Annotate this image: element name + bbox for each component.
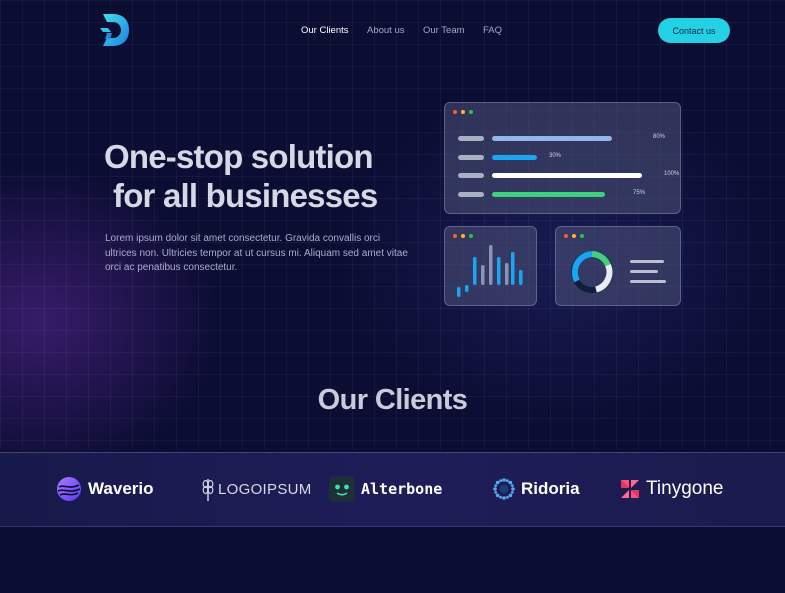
alterbone-face-icon — [329, 476, 355, 502]
client-name: Waverio — [88, 479, 154, 498]
progress-percent: 100% — [664, 171, 680, 177]
progress-row: 100% — [458, 171, 679, 179]
green-dot-icon — [469, 110, 473, 114]
client-name: Tinygone — [646, 478, 724, 499]
logoipsum-wheat-icon — [202, 479, 214, 501]
progress-row: 80% — [458, 134, 673, 142]
progress-track — [492, 136, 642, 141]
red-dot-icon — [453, 110, 457, 114]
clients-section-title: Our Clients — [317, 384, 468, 416]
bar-chart-card — [444, 226, 537, 306]
ridoria-burst-icon — [493, 478, 515, 500]
progress-track — [492, 173, 642, 178]
mini-bar-chart-icon — [457, 245, 523, 297]
nav-link-our-team[interactable]: Our Team — [423, 25, 465, 36]
client-name: LOGOIPSUM — [218, 480, 312, 498]
client-logo-ridoria[interactable]: Ridoria — [493, 476, 580, 502]
hero-description: Lorem ipsum dolor sit amet consectetur. … — [105, 233, 408, 273]
progress-fill — [492, 136, 612, 141]
contact-us-button[interactable]: Contact us — [658, 18, 730, 43]
progress-percent: 30% — [549, 153, 562, 159]
progress-fill — [492, 155, 537, 160]
client-name: Ridoria — [521, 479, 580, 498]
nav-link-faq[interactable]: FAQ — [483, 25, 502, 36]
client-logo-logoipsum[interactable]: LOGOIPSUM — [202, 476, 312, 502]
hero-title-line-2: for all businesses — [113, 177, 378, 214]
grid-pattern — [0, 0, 785, 450]
progress-fill — [492, 173, 642, 178]
waverio-logo-icon — [57, 477, 81, 501]
client-logo-waverio[interactable]: Waverio — [56, 476, 154, 502]
progress-percent: 75% — [633, 190, 646, 196]
progress-label-placeholder — [458, 192, 484, 197]
progress-percent: 80% — [653, 134, 666, 140]
donut-chart-card — [555, 226, 681, 306]
progress-bars-card: 80% 30% 100% 75% — [444, 102, 681, 214]
progress-label-placeholder — [458, 136, 484, 141]
progress-label-placeholder — [458, 173, 484, 178]
progress-track — [492, 155, 642, 160]
tinygone-flower-icon — [621, 480, 639, 498]
window-dots — [453, 110, 473, 114]
nav-link-about-us[interactable]: About us — [367, 25, 405, 36]
progress-row: 75% — [458, 190, 673, 198]
client-logo-tinygone[interactable]: Tinygone — [620, 476, 723, 502]
progress-label-placeholder — [458, 155, 484, 160]
hero-title-line-1: One-stop solution — [104, 138, 374, 175]
progress-fill — [492, 192, 605, 197]
client-name: Alterbone — [361, 480, 443, 498]
yellow-dot-icon — [461, 110, 465, 114]
client-logo-alterbone[interactable]: Alterbone — [329, 476, 442, 502]
progress-track — [492, 192, 642, 197]
nav-link-our-clients[interactable]: Our Clients — [301, 25, 349, 36]
donut-chart-icon — [571, 251, 666, 293]
progress-row: 30% — [458, 153, 673, 161]
